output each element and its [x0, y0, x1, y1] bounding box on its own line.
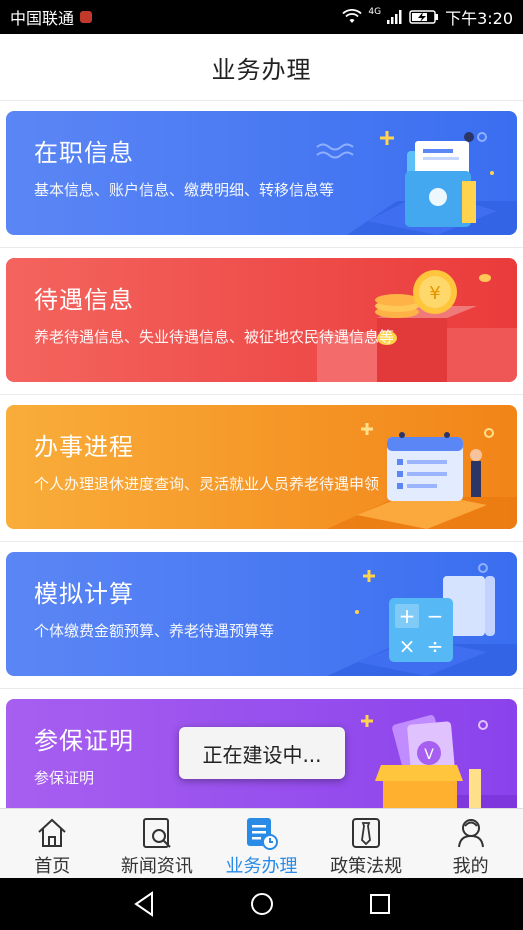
carrier-name: 中国联通: [10, 9, 75, 28]
page-header: 业务办理: [0, 34, 523, 100]
back-icon[interactable]: [129, 889, 159, 919]
tab-mine[interactable]: 我的: [418, 809, 523, 878]
bottom-nav: 首页 新闻资讯 业务办理 政策法规 我的: [0, 808, 523, 878]
card-benefit-info[interactable]: 待遇信息 养老待遇信息、失业待遇信息、被征地农民待遇信息等 ¥: [6, 258, 517, 382]
card-title: 待遇信息: [34, 286, 134, 314]
clock: 下午3:20: [445, 9, 513, 28]
status-left: 中国联通: [10, 5, 93, 29]
card-employment-info[interactable]: 在职信息 基本信息、账户信息、缴费明细、转移信息等: [6, 111, 517, 235]
card-progress[interactable]: 办事进程 个人办理退休进度查询、灵活就业人员养老待遇申领: [6, 405, 517, 529]
home-icon: [34, 815, 70, 850]
notification-icon: [80, 11, 93, 23]
card-simulation-calc[interactable]: 模拟计算 个体缴费金额预算、养老待遇预算等 + − × ÷: [6, 552, 517, 676]
battery-charging-icon: [409, 10, 439, 24]
tab-home[interactable]: 首页: [0, 809, 105, 878]
calendar-checklist-illustration: [327, 423, 517, 529]
calculator-illustration: + − × ÷: [327, 563, 517, 676]
card-description: 参保证明: [34, 769, 95, 787]
card-title: 模拟计算: [34, 580, 134, 608]
toast-message: 正在建设中...: [179, 727, 345, 779]
card-title: 办事进程: [34, 433, 134, 461]
network-type-label: 4G: [368, 7, 382, 17]
home-circle-icon[interactable]: [247, 889, 277, 919]
business-document-icon: [243, 815, 279, 850]
card-description: 养老待遇信息、失业待遇信息、被征地农民待遇信息等: [34, 328, 395, 346]
tab-label: 业务办理: [225, 856, 298, 877]
card-title: 参保证明: [34, 727, 134, 755]
news-search-icon: [139, 815, 175, 850]
tab-policy[interactable]: 政策法规: [314, 809, 419, 878]
card-description: 基本信息、账户信息、缴费明细、转移信息等: [34, 181, 335, 199]
card-title: 在职信息: [34, 139, 134, 167]
page-title: 业务办理: [211, 55, 312, 84]
gold-coin-illustration: ¥: [317, 270, 517, 382]
recents-icon[interactable]: [365, 889, 395, 919]
tab-label: 首页: [34, 856, 71, 877]
wifi-icon: [342, 9, 362, 25]
signal-icon: [387, 10, 403, 24]
service-card-list: 在职信息 基本信息、账户信息、缴费明细、转移信息等 待遇信息 养老待遇信息、失业…: [0, 100, 523, 808]
svg-text:÷: ÷: [427, 634, 444, 658]
svg-text:×: ×: [399, 634, 416, 658]
card-wrapper: 待遇信息 养老待遇信息、失业待遇信息、被征地农民待遇信息等 ¥: [0, 247, 523, 394]
card-wrapper: 办事进程 个人办理退休进度查询、灵活就业人员养老待遇申领: [0, 394, 523, 541]
card-wrapper: 在职信息 基本信息、账户信息、缴费明细、转移信息等: [0, 100, 523, 247]
svg-text:¥: ¥: [429, 283, 440, 304]
tab-label: 新闻资讯: [120, 856, 193, 877]
tab-label: 我的: [452, 856, 489, 877]
system-nav-bar: [0, 878, 523, 930]
tab-label: 政策法规: [330, 856, 403, 877]
tab-business[interactable]: 业务办理: [209, 809, 314, 878]
svg-text:V: V: [424, 747, 434, 763]
policy-tie-icon: [348, 815, 384, 850]
card-description: 个体缴费金额预算、养老待遇预算等: [34, 622, 275, 640]
svg-text:+: +: [399, 604, 416, 628]
card-description: 个人办理退休进度查询、灵活就业人员养老待遇申领: [34, 475, 380, 493]
profile-icon: [453, 815, 489, 850]
card-wrapper: 模拟计算 个体缴费金额预算、养老待遇预算等 + − × ÷: [0, 541, 523, 688]
tab-news[interactable]: 新闻资讯: [105, 809, 210, 878]
svg-text:−: −: [427, 604, 444, 628]
status-bar: 中国联通 4G 下午3:20: [0, 0, 523, 34]
status-right: 4G 下午3:20: [342, 5, 513, 29]
folder-document-illustration: [316, 131, 517, 235]
